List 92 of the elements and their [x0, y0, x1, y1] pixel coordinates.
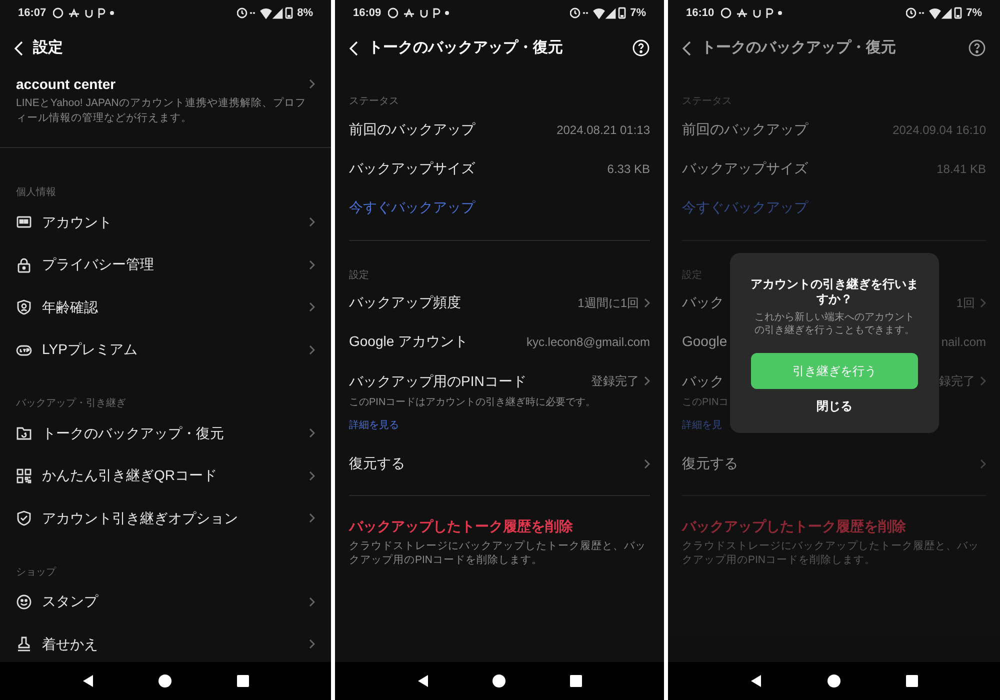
row-label[interactable]: バックアップ頻度 [349, 292, 461, 313]
home-icon[interactable] [492, 674, 506, 688]
pin-note: このPINコードはアカウントの引き継ぎ時に必要です。 [349, 397, 596, 408]
settings-item[interactable]: 着せかえ [0, 623, 331, 662]
shield-check-icon [16, 510, 32, 526]
row-label: 前回のバックアップ [349, 120, 475, 139]
row-value: 録完了 [939, 373, 975, 390]
row-label[interactable]: バック [682, 370, 724, 392]
backup-now-link[interactable]: 今すぐバックアップ [349, 197, 475, 218]
help-icon[interactable] [632, 39, 650, 57]
row-value: 2024.08.21 01:13 [556, 122, 650, 138]
notification-icons-drawing [388, 7, 450, 19]
row-label[interactable]: バック [682, 292, 724, 313]
home-icon[interactable] [158, 674, 172, 688]
row-value: 18.41 KB [936, 160, 986, 178]
delete-backup-link[interactable]: バックアップしたトーク履歴を削除 [349, 516, 650, 536]
row-label: バックアップサイズ [682, 159, 808, 178]
pin-note: このPINコ [682, 397, 729, 408]
settings-item[interactable]: アカウント引き継ぎオプション [0, 497, 331, 540]
battery-percent: 8% [297, 6, 313, 21]
brush-icon [16, 636, 32, 652]
recents-icon[interactable] [906, 675, 918, 687]
row-label[interactable]: 復元する [349, 453, 405, 474]
account-center-description: LINEとYahoo! JAPANのアカウント連携や連携解除、プロフィール情報の管理などが行えます。 [16, 96, 307, 126]
account-center-title[interactable]: account center [16, 74, 116, 94]
chevron-right-icon [309, 217, 315, 228]
section-label: 設定 [349, 270, 369, 281]
recents-icon[interactable] [570, 675, 582, 687]
details-link[interactable]: 詳細を見る [349, 420, 399, 431]
settings-item[interactable]: 年齢確認 [0, 286, 331, 328]
chevron-right-icon [309, 302, 315, 312]
notification-icons-drawing [53, 7, 116, 19]
row-value: 1週間に1回 [578, 294, 639, 312]
back-icon[interactable] [750, 674, 762, 688]
recents-icon[interactable] [236, 675, 249, 687]
lock-icon [16, 256, 32, 273]
chevron-right-icon [309, 79, 315, 89]
screen-title: トークのバックアップ・復元 [701, 38, 897, 58]
section-label: ショップ [16, 566, 56, 578]
settings-item[interactable]: トークのバックアップ・復元 [0, 412, 331, 454]
qr-code-icon [16, 468, 32, 484]
screen-title: 設定 [33, 38, 64, 58]
row-label: Google アカウント [349, 332, 468, 351]
row-label[interactable]: 復元する [682, 453, 738, 474]
close-button[interactable]: 閉じる [816, 397, 852, 415]
status-icons-drawing [906, 7, 964, 19]
battery-percent: 7% [630, 6, 646, 21]
folder-icon [16, 425, 32, 442]
row-value: 6.33 KB [607, 160, 650, 178]
row-value: 登録完了 [591, 373, 639, 390]
section-label: 個人情報 [16, 187, 56, 198]
chevron-right-icon [309, 639, 315, 650]
chevron-right-icon [309, 260, 315, 270]
chevron-right-icon [309, 596, 315, 607]
row-label: 前回のバックアップ [682, 120, 808, 139]
row-value: kyc.lecon8@gmail.com [526, 334, 650, 350]
shield-icon [16, 299, 32, 316]
settings-item[interactable]: プライバシー管理 [0, 244, 331, 286]
delete-description: クラウドストレージにバックアップしたトーク履歴と、バックアップ用のPINコードを削除します。 [349, 539, 647, 567]
status-icons-drawing [570, 7, 628, 19]
row-value: 1回 [956, 294, 975, 312]
chevron-right-icon [309, 428, 315, 438]
row-label: バックアップサイズ [349, 159, 475, 178]
dialog-message: これから新しい端末へのアカウントの引き継ぎを行うこともできます。 [754, 311, 916, 337]
status-time: 16:07 [18, 6, 46, 21]
chevron-right-icon [309, 344, 315, 355]
back-icon[interactable] [416, 674, 429, 688]
settings-item[interactable]: LYPプレミアム [0, 328, 331, 371]
settings-item[interactable]: スタンプ [0, 580, 331, 623]
delete-description: クラウドストレージにバックアップしたトーク履歴と、バックアップ用のPINコードを削除します。 [682, 539, 980, 567]
smiley-icon [16, 594, 32, 610]
chevron-right-icon [309, 470, 315, 481]
section-label: バックアップ・引き継ぎ [16, 398, 126, 409]
settings-item[interactable]: かんたん引き継ぎQRコード [0, 454, 331, 497]
home-icon[interactable] [826, 674, 841, 688]
row-value: nail.com [941, 334, 986, 350]
chevron-right-icon [309, 513, 315, 524]
status-icons-drawing [237, 7, 296, 19]
back-icon[interactable] [82, 674, 94, 688]
notification-icons-drawing [721, 7, 784, 19]
status-time: 16:10 [686, 6, 714, 21]
row-label: Google [682, 332, 728, 351]
screen-title: トークのバックアップ・復元 [368, 38, 564, 58]
row-value: 2024.09.04 16:10 [892, 122, 986, 138]
section-label: ステータス [349, 96, 399, 107]
status-time: 16:09 [353, 6, 382, 21]
id-card-icon [16, 214, 32, 230]
battery-percent: 7% [966, 6, 982, 21]
dialog-title: アカウントの引き継ぎを行いますか？ [750, 277, 920, 307]
row-label[interactable]: バックアップ用のPINコード [349, 370, 526, 392]
settings-item[interactable]: アカウント [0, 201, 331, 244]
help-icon[interactable] [968, 39, 986, 57]
